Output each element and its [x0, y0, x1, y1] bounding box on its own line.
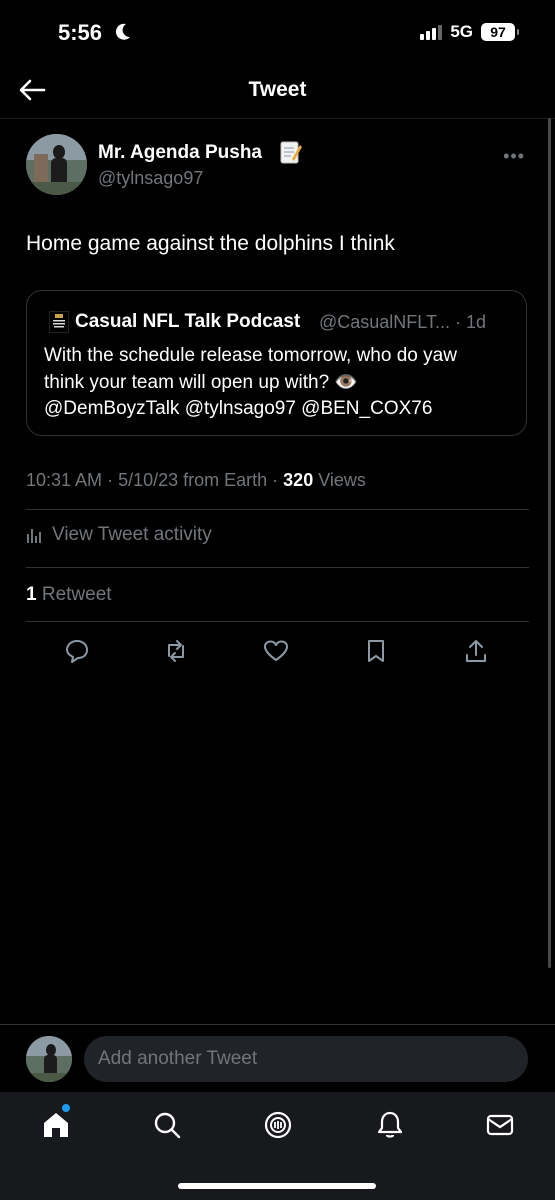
author-handle[interactable]: @tylnsago97 — [98, 168, 203, 189]
author-name[interactable]: Mr. Agenda Pusha — [98, 142, 262, 164]
header-divider — [0, 118, 555, 119]
quoted-tweet[interactable]: Casual NFL Talk Podcast @CasualNFLT... ·… — [26, 290, 527, 436]
quoted-text-line: think your team will open up with? 👁️ — [44, 371, 359, 393]
retweet-label: Retweet — [41, 584, 112, 605]
reply-divider — [0, 1024, 555, 1025]
retweet-number: 1 — [26, 584, 37, 605]
signal-icon — [420, 24, 443, 40]
network-type: 5G — [450, 22, 473, 41]
battery-indicator: 97 — [481, 23, 519, 41]
home-indicator[interactable] — [178, 1183, 376, 1189]
podcast-logo — [49, 311, 69, 333]
view-activity-link[interactable]: View Tweet activity — [26, 524, 212, 546]
divider — [26, 621, 529, 622]
status-indicators: 5G 97 — [420, 22, 519, 42]
quoted-text-line: With the schedule release tomorrow, who … — [44, 345, 457, 366]
tweet-date: 5/10/23 — [118, 470, 179, 490]
quoted-author-handle: @CasualNFLT... · 1d — [319, 312, 487, 332]
notifications-icon[interactable] — [375, 1110, 405, 1140]
views-count: 320 — [283, 470, 314, 490]
divider — [26, 567, 529, 568]
status-time: 5:56 — [58, 20, 103, 45]
scrollbar[interactable] — [548, 118, 551, 968]
tweet-meta: 10:31 AM · 5/10/23 from Earth · 320 View… — [26, 470, 366, 490]
quoted-age: 1d — [465, 312, 487, 332]
quoted-handle: @CasualNFLT... — [319, 312, 450, 332]
tweet-text: Home game against the dolphins I think — [26, 232, 395, 255]
quoted-text-line: @DemBoyzTalk @tylnsago97 @BEN_COX76 — [44, 398, 433, 419]
author-avatar[interactable] — [26, 134, 87, 195]
more-icon[interactable]: ••• — [503, 146, 525, 167]
moon-icon — [115, 23, 130, 40]
quoted-text: With the schedule release tomorrow, who … — [44, 343, 514, 423]
reply-input[interactable]: Add another Tweet — [84, 1036, 528, 1082]
messages-icon[interactable] — [485, 1110, 515, 1140]
analytics-icon — [27, 529, 41, 543]
share-icon[interactable] — [463, 638, 489, 664]
reply-icon[interactable] — [64, 638, 90, 664]
tweet-source: from Earth — [183, 470, 268, 490]
page-title: Tweet — [248, 78, 307, 101]
memo-emoji: 📝 — [280, 140, 302, 169]
bookmark-icon[interactable] — [363, 638, 389, 664]
divider — [26, 509, 529, 510]
activity-label: View Tweet activity — [52, 524, 212, 545]
tweet-time: 10:31 AM — [26, 470, 103, 490]
like-icon[interactable] — [263, 638, 289, 664]
retweets-count[interactable]: 1 Retweet — [26, 584, 112, 606]
spaces-icon[interactable] — [263, 1110, 293, 1140]
views-label: Views — [318, 470, 366, 490]
user-avatar[interactable] — [26, 1036, 72, 1082]
quoted-author-name: Casual NFL Talk Podcast — [75, 311, 301, 332]
retweet-icon[interactable] — [163, 638, 189, 664]
search-icon[interactable] — [152, 1110, 182, 1140]
new-content-dot — [62, 1104, 70, 1112]
home-icon[interactable] — [41, 1110, 71, 1140]
